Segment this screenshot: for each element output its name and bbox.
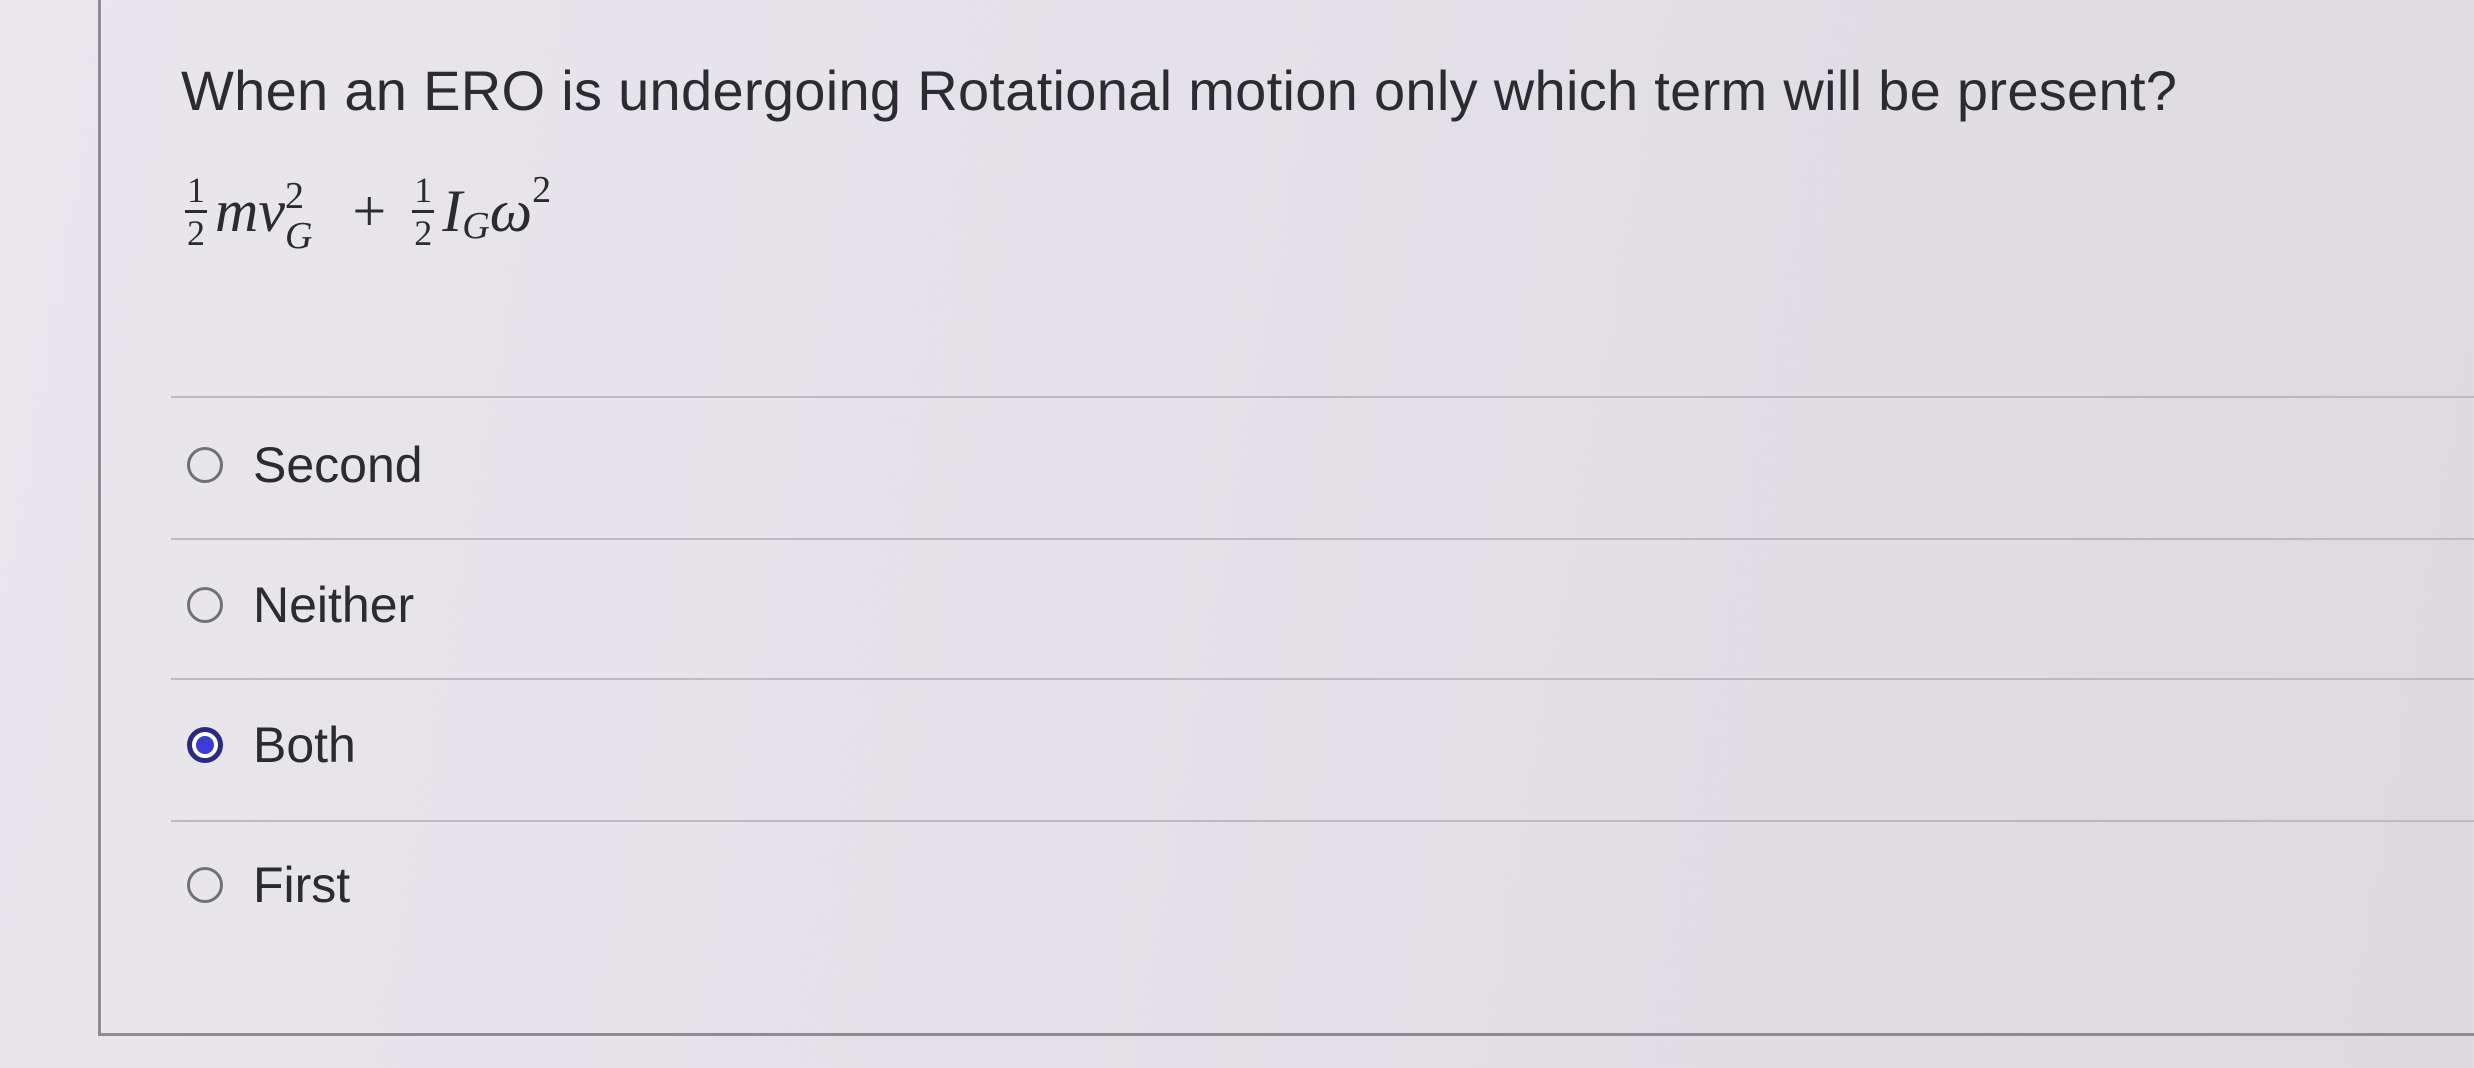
option-first[interactable]: First <box>187 856 350 914</box>
radio-button[interactable] <box>187 587 223 623</box>
kinetic-energy-formula: 1 2 mv 2 G + 1 2 I G ω 2 <box>185 169 551 255</box>
radio-button[interactable] <box>187 447 223 483</box>
divider <box>171 820 2474 822</box>
option-label: Second <box>253 437 423 493</box>
radio-button-selected[interactable] <box>187 727 223 763</box>
question-card: When an ERO is undergoing Rotational mot… <box>98 0 2474 1036</box>
option-second[interactable]: Second <box>187 436 423 494</box>
option-both[interactable]: Both <box>187 716 356 774</box>
option-label: First <box>253 857 351 913</box>
question-text: When an ERO is undergoing Rotational mot… <box>181 59 2178 122</box>
fraction-numerator: 1 <box>185 172 207 213</box>
fraction-one-half: 1 2 <box>185 172 207 251</box>
option-neither[interactable]: Neither <box>187 576 414 634</box>
subscript: G <box>462 204 490 247</box>
fraction-denominator: 2 <box>414 213 433 253</box>
translational-term: mv <box>215 178 285 244</box>
translational-sup-sub: 2 G <box>285 177 312 255</box>
subscript: G <box>284 214 313 257</box>
rotational-term-omega: ω <box>489 178 533 244</box>
superscript: 2 <box>284 174 304 217</box>
divider <box>171 538 2474 540</box>
fraction-denominator: 2 <box>187 213 205 253</box>
divider <box>171 396 2474 398</box>
rotational-term-inertia: I <box>442 178 463 244</box>
fraction-numerator: 1 <box>412 172 435 213</box>
fraction-one-half: 1 2 <box>412 172 435 253</box>
superscript: 2 <box>532 168 552 211</box>
option-label: Neither <box>253 577 415 633</box>
divider <box>171 678 2474 680</box>
plus-operator: + <box>352 178 387 244</box>
radio-button[interactable] <box>187 867 223 903</box>
option-label: Both <box>253 717 356 773</box>
